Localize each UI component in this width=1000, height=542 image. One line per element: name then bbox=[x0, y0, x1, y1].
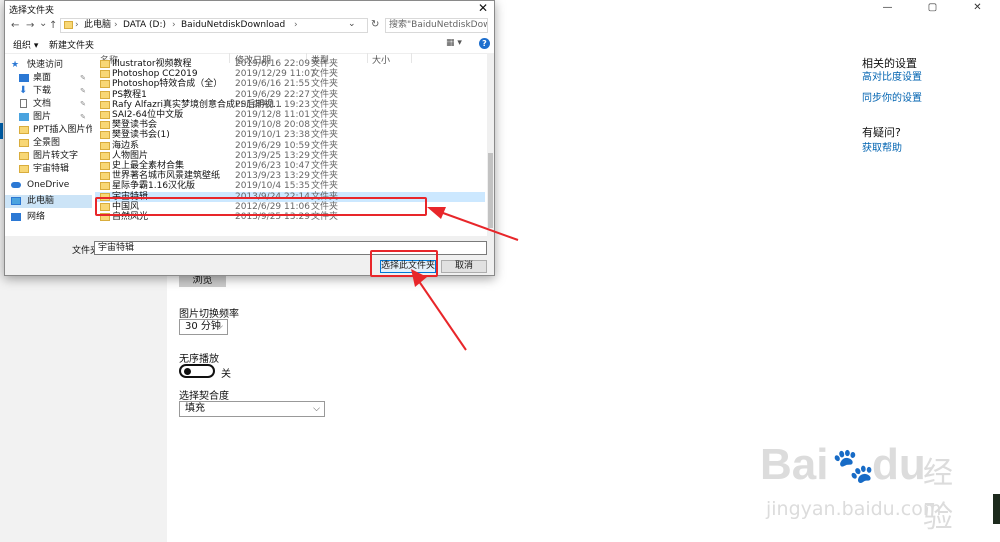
annotation-arrows bbox=[411, 207, 519, 351]
annotation-arrowhead bbox=[411, 269, 427, 287]
annotation-arrow-line bbox=[431, 208, 519, 241]
annotation-arrowhead bbox=[427, 207, 446, 219]
annotation-arrow-line bbox=[413, 273, 467, 351]
